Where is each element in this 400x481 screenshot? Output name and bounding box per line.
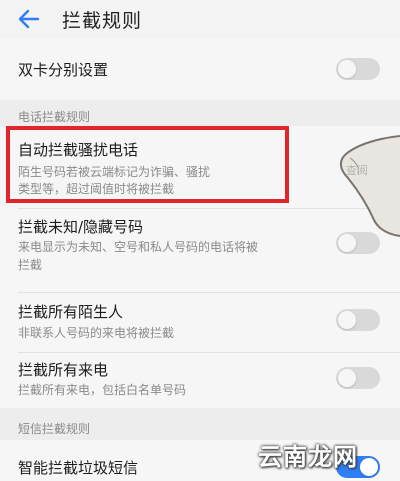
faded-hint-text: 查阅 [346, 164, 368, 177]
toggle-knob [338, 60, 356, 78]
highlight-annotation-box [6, 126, 289, 203]
rule-block-all-calls[interactable]: 拦截所有来电 拦截所有来电，包括白名单号码 [0, 353, 400, 408]
finger-icon [340, 135, 400, 237]
block-strangers-toggle[interactable] [336, 309, 380, 331]
sms-rule-title: 智能拦截垃圾短信 [18, 459, 139, 477]
rule-desc-line1: 来电显示为未知、空号和私人号码的电话将被 [18, 240, 259, 254]
sms-section-label: 短信拦截规则 [18, 422, 91, 436]
rule-title: 拦截所有来电 [18, 361, 109, 379]
rule-block-strangers[interactable]: 拦截所有陌生人 非联系人号码的来电将被拦截 [0, 293, 400, 353]
app-bar: 拦截规则 [0, 0, 400, 38]
page-title: 拦截规则 [62, 10, 143, 32]
rule-desc-line2: 拦截 [18, 258, 43, 272]
watermark-logo: 云南龙网 [258, 443, 358, 471]
back-arrow-icon[interactable] [18, 9, 40, 29]
rule-desc-line1: 拦截所有来电，包括白名单号码 [18, 383, 187, 397]
toggle-knob [338, 311, 356, 329]
rule-title: 拦截所有陌生人 [18, 303, 124, 321]
toggle-knob [338, 369, 356, 387]
dual-sim-toggle[interactable] [336, 58, 380, 80]
dual-sim-panel: 双卡分别设置 [0, 38, 400, 100]
toggle-knob [360, 458, 378, 476]
block-all-calls-toggle[interactable] [336, 367, 380, 389]
dual-sim-label: 双卡分别设置 [18, 61, 109, 79]
rule-desc-line1: 非联系人号码的来电将被拦截 [18, 326, 175, 340]
rule-title: 拦截未知/隐藏号码 [18, 218, 144, 236]
call-section-label: 电话拦截规则 [18, 110, 91, 124]
